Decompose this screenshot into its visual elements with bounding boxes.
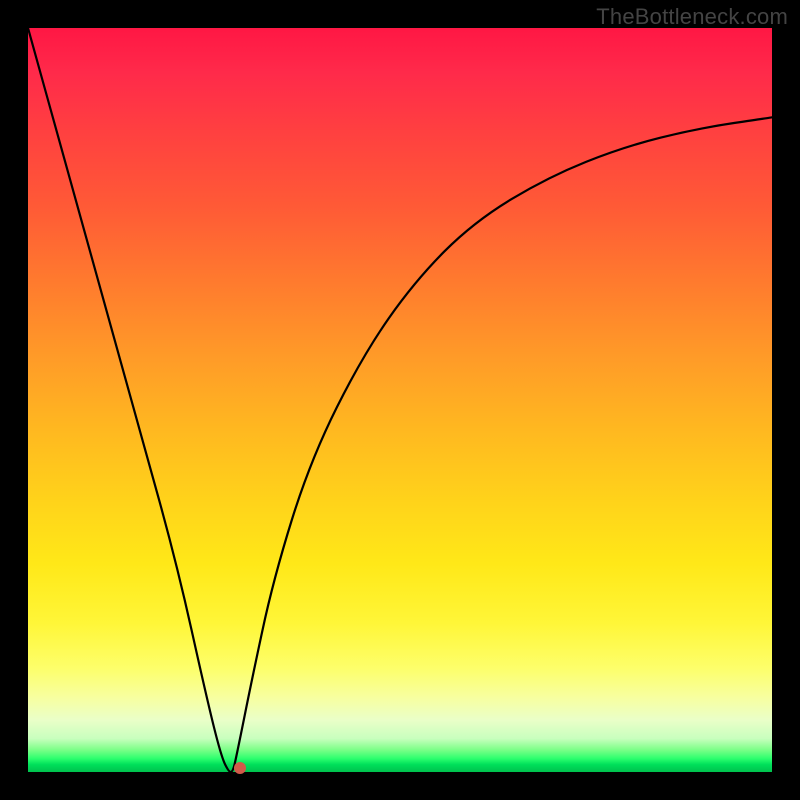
optimal-point-marker bbox=[234, 762, 246, 774]
bottleneck-curve bbox=[28, 28, 772, 772]
watermark-text: TheBottleneck.com bbox=[596, 4, 788, 30]
